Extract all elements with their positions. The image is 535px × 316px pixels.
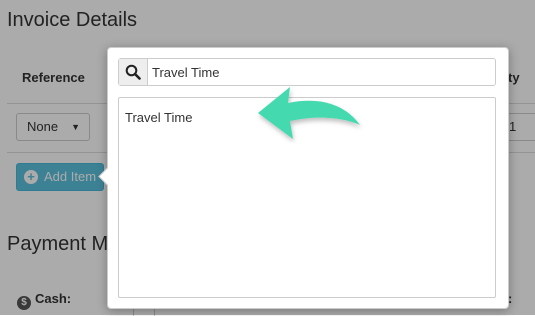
result-item[interactable]: Travel Time (125, 110, 192, 125)
search-box (118, 58, 496, 86)
search-input[interactable] (152, 59, 482, 85)
search-icon (119, 59, 148, 85)
curved-arrow-icon (248, 83, 378, 148)
